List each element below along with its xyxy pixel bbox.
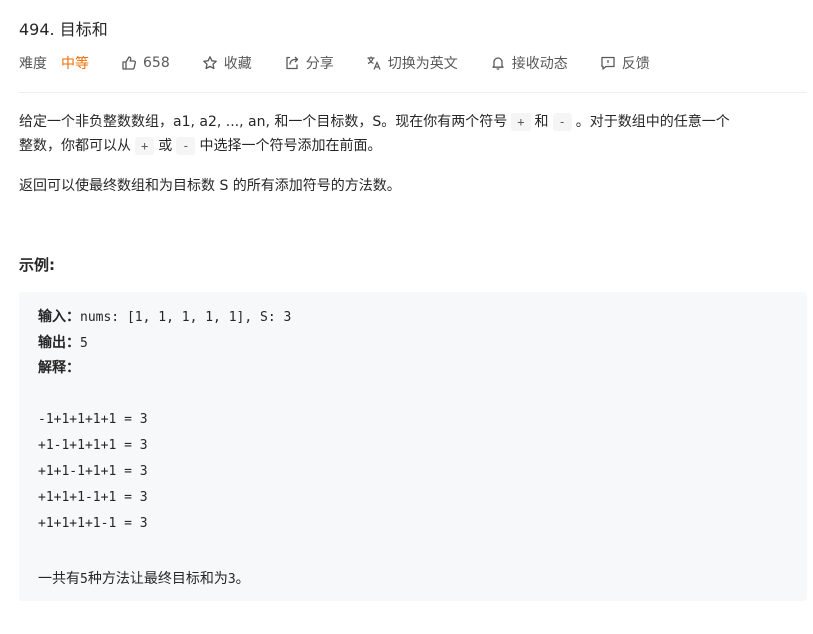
switch-language-label: 切换为英文: [387, 56, 458, 72]
input-label: 输入：: [38, 309, 80, 325]
description-paragraph: 返回可以使最终数组和为目标数 S 的所有添加符号的方法数。: [19, 178, 401, 194]
summary-number: 5: [80, 572, 88, 587]
input-value: nums: [1, 1, 1, 1, 1], S: 3: [80, 310, 292, 325]
explain-line: +1-1+1+1+1 = 3: [38, 438, 148, 453]
difficulty-value: 中等: [61, 56, 89, 72]
summary-text: 种方法让最终目标和为: [87, 571, 228, 587]
subscribe-button[interactable]: 接收动态: [490, 53, 568, 73]
minus-sign-code: -: [176, 137, 196, 155]
like-count: 658: [143, 55, 170, 71]
like-button[interactable]: 658: [121, 55, 170, 71]
feedback-icon: [600, 55, 616, 71]
output-label: 输出：: [38, 335, 80, 351]
share-button[interactable]: 分享: [284, 53, 334, 73]
problem-title: 494. 目标和: [19, 20, 108, 39]
problem-meta-bar: 难度 中等 658 收藏 分享 切换为英文 接收动态 反馈: [19, 51, 682, 75]
feedback-label: 反馈: [621, 56, 650, 72]
favorite-label: 收藏: [223, 56, 252, 72]
switch-language-button[interactable]: 切换为英文: [366, 53, 458, 73]
explain-line: +1+1-1+1+1 = 3: [38, 464, 148, 479]
description-text: 。对于数组中的任意一个: [575, 114, 730, 130]
summary-text: 一共有: [38, 571, 80, 587]
plus-sign-code: +: [511, 113, 531, 131]
example-heading: 示例:: [19, 256, 55, 274]
problem-description: 给定一个非负整数数组，a1, a2, ..., an, 和一个目标数，S。现在你…: [19, 110, 809, 214]
description-text: 整数，你都可以从: [19, 138, 131, 154]
description-text: 给定一个非负整数数组，a1, a2, ..., an, 和一个目标数，S。现在你…: [19, 114, 508, 130]
example-output-line: 输出：5: [38, 332, 88, 352]
share-label: 分享: [305, 56, 334, 72]
difficulty-label: 难度: [19, 56, 47, 72]
explain-line: +1+1+1+1-1 = 3: [38, 516, 148, 531]
problem-page: 494. 目标和 难度 中等 658 收藏 分享 切换为英文 接收动态 反馈 给…: [0, 0, 813, 634]
summary-text: 。: [235, 571, 250, 587]
feedback-button[interactable]: 反馈: [600, 53, 650, 73]
description-text: 中选择一个符号添加在前面。: [199, 138, 382, 154]
description-paragraph: 给定一个非负整数数组，a1, a2, ..., an, 和一个目标数，S。现在你…: [19, 110, 809, 158]
explain-line: -1+1+1+1+1 = 3: [38, 412, 148, 427]
example-code-block: 输入：nums: [1, 1, 1, 1, 1], S: 3 输出：5 解释： …: [19, 292, 807, 601]
and-text: 和: [534, 114, 549, 130]
explain-label: 解释：: [38, 360, 80, 376]
star-icon: [202, 55, 218, 71]
summary-number: 3: [227, 572, 236, 587]
favorite-button[interactable]: 收藏: [202, 53, 252, 73]
subscribe-label: 接收动态: [511, 56, 568, 72]
share-icon: [284, 55, 300, 71]
explain-line: +1+1+1-1+1 = 3: [38, 490, 148, 505]
translate-icon: [366, 55, 382, 71]
or-text: 或: [158, 138, 173, 154]
output-value: 5: [80, 336, 88, 351]
thumbs-up-icon: [121, 55, 137, 71]
bell-icon: [490, 55, 506, 71]
plus-sign-code: +: [135, 137, 155, 155]
example-explain-line: 解释：: [38, 357, 80, 377]
difficulty: 难度 中等: [19, 53, 89, 73]
example-input-line: 输入：nums: [1, 1, 1, 1, 1], S: 3: [38, 306, 291, 326]
divider: [19, 92, 807, 93]
example-summary: 一共有5种方法让最终目标和为3。: [38, 568, 250, 588]
minus-sign-code: -: [552, 113, 572, 131]
